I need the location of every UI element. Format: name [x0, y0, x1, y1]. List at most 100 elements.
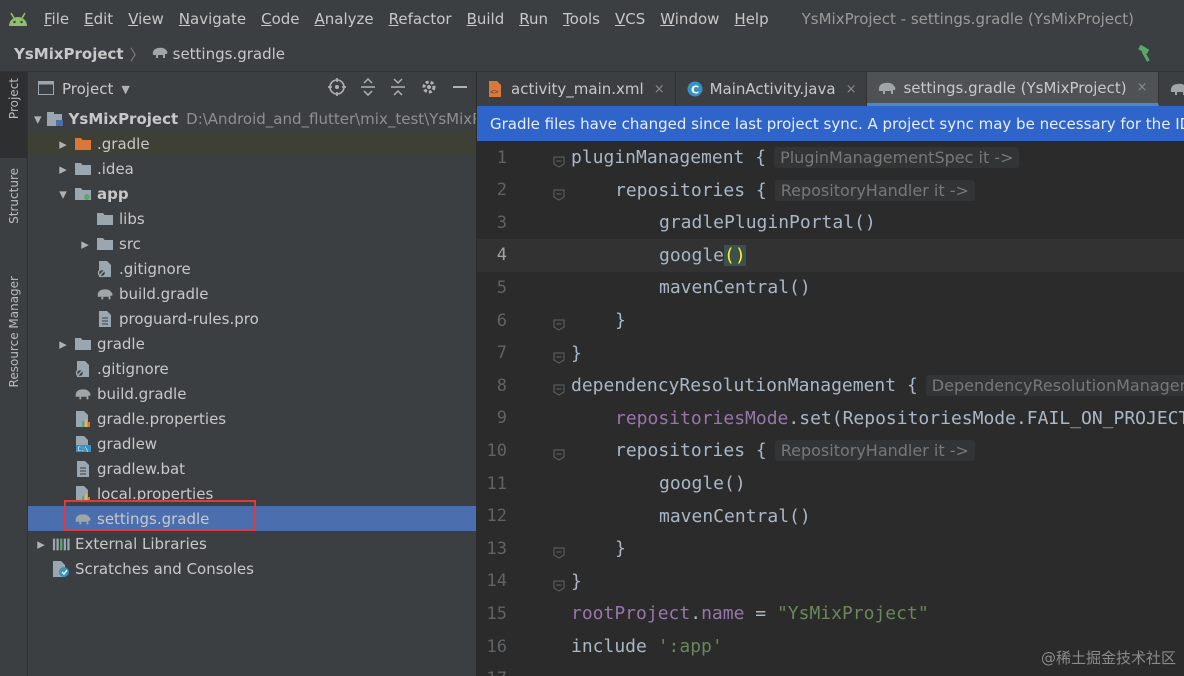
- inlay-hint: RepositoryHandler it ->: [774, 440, 975, 462]
- code-line[interactable]: 9 repositoriesMode.set(RepositoriesMode.F…: [477, 402, 1184, 435]
- locate-target-icon[interactable]: [328, 78, 346, 100]
- chevron-down-icon[interactable]: ▼: [121, 83, 129, 96]
- menu-analyze[interactable]: Analyze: [307, 10, 381, 28]
- close-icon[interactable]: ×: [654, 82, 665, 97]
- code-line[interactable]: 4 google(): [477, 238, 1184, 272]
- code-text: mavenCentral(): [659, 277, 811, 298]
- tree-item[interactable]: Scratches and Consoles: [28, 556, 476, 581]
- menu-navigate[interactable]: Navigate: [171, 10, 253, 28]
- chevron-right-icon[interactable]: ▸: [56, 135, 70, 153]
- project-view-selector[interactable]: Project: [62, 80, 113, 98]
- tree-item-label: app: [97, 184, 129, 203]
- code-line[interactable]: 7}: [477, 337, 1184, 370]
- menu-code[interactable]: Code: [253, 10, 306, 28]
- gitignore-icon: [96, 260, 114, 277]
- expand-all-icon[interactable]: [360, 77, 376, 100]
- editor-tab[interactable]: bu: [1159, 72, 1184, 106]
- tree-item[interactable]: ▸ gradle: [28, 331, 476, 356]
- tree-item[interactable]: ▸ src: [28, 231, 476, 256]
- code-line[interactable]: 12 mavenCentral(): [477, 500, 1184, 533]
- menu-window[interactable]: Window: [652, 10, 726, 28]
- code-token: google(): [659, 473, 746, 494]
- tool-tab-structure[interactable]: Structure: [0, 168, 27, 252]
- tree-item[interactable]: ▸ External Libraries: [28, 531, 476, 556]
- folder-icon: [96, 211, 114, 227]
- navigation-bar: YsMixProject 〉 settings.gradle: [0, 37, 1184, 72]
- chevron-right-icon[interactable]: ▸: [34, 535, 48, 553]
- build-hammer-icon[interactable]: [1136, 45, 1156, 67]
- code-line[interactable]: 5 mavenCentral(): [477, 271, 1184, 304]
- menu-tools[interactable]: Tools: [555, 10, 607, 28]
- code-token: }: [615, 538, 626, 560]
- fold-marker-icon[interactable]: [553, 152, 565, 168]
- chevron-right-icon[interactable]: ▸: [56, 335, 70, 353]
- tree-item[interactable]: build.gradle: [28, 381, 476, 406]
- menu-run[interactable]: Run: [511, 10, 555, 28]
- code-line[interactable]: 15 rootProject.name = "YsMixProject": [477, 597, 1184, 630]
- code-line[interactable]: 14}: [477, 565, 1184, 598]
- editor-tab[interactable]: settings.gradle (YsMixProject) ×: [867, 72, 1159, 106]
- code-line[interactable]: 6}: [477, 304, 1184, 337]
- tree-item[interactable]: gradle.properties: [28, 406, 476, 431]
- breadcrumb-project[interactable]: YsMixProject: [14, 45, 124, 63]
- code-line[interactable]: 10 repositories {RepositoryHandler it ->: [477, 434, 1184, 467]
- breadcrumb-file[interactable]: settings.gradle: [173, 45, 285, 63]
- line-number: 13: [486, 538, 507, 559]
- tree-item[interactable]: proguard-rules.pro: [28, 306, 476, 331]
- chevron-right-icon[interactable]: ▸: [78, 235, 92, 253]
- tool-tab-project[interactable]: Project: [0, 72, 27, 158]
- code-line[interactable]: 1 pluginManagement {PluginManagementSpec …: [477, 141, 1184, 174]
- fold-marker-icon[interactable]: [553, 380, 565, 396]
- tree-item[interactable]: ▸ .gradle: [28, 131, 476, 156]
- tree-item[interactable]: build.gradle: [28, 281, 476, 306]
- menu-refactor[interactable]: Refactor: [381, 10, 459, 28]
- code-line[interactable]: 11 google(): [477, 467, 1184, 500]
- fold-marker-icon[interactable]: [553, 445, 565, 461]
- minimize-icon[interactable]: [452, 78, 468, 100]
- menu-edit[interactable]: Edit: [76, 10, 120, 28]
- editor-tab[interactable]: C MainActivity.java ×: [676, 72, 868, 106]
- collapse-all-icon[interactable]: [390, 78, 406, 100]
- close-icon[interactable]: ×: [846, 82, 857, 97]
- code-line[interactable]: 13}: [477, 532, 1184, 565]
- svg-text:C:\: C:\: [78, 446, 89, 453]
- close-icon[interactable]: ×: [1137, 80, 1148, 95]
- code-line[interactable]: 3 gradlePluginPortal(): [477, 206, 1184, 239]
- menu-help[interactable]: Help: [726, 10, 775, 28]
- tree-item-label: YsMixProject: [68, 109, 179, 128]
- chevron-down-icon[interactable]: ▾: [34, 110, 42, 128]
- chevron-down-icon[interactable]: ▾: [56, 185, 70, 203]
- line-number: 8: [496, 375, 507, 396]
- code-line[interactable]: 2 repositories {RepositoryHandler it ->: [477, 174, 1184, 207]
- chevron-right-icon[interactable]: ▸: [56, 160, 70, 178]
- code-token: gradlePluginPortal(): [659, 212, 876, 234]
- tree-item[interactable]: ▾ app: [28, 181, 476, 206]
- code-text: repositories {RepositoryHandler it ->: [615, 440, 975, 462]
- tree-item[interactable]: ▾ YsMixProject D:\Android_and_flutter\mix_…: [28, 106, 476, 131]
- gear-icon[interactable]: [420, 78, 438, 100]
- tool-tab-resource-manager[interactable]: Resource Manager: [0, 276, 27, 422]
- code-line[interactable]: 8 dependencyResolutionManagement {Depende…: [477, 369, 1184, 402]
- tree-item[interactable]: ▸ .idea: [28, 156, 476, 181]
- menu-vcs[interactable]: VCS: [607, 10, 652, 28]
- breadcrumb-separator-icon: 〉: [129, 45, 145, 64]
- code-token: }: [615, 310, 626, 331]
- menu-view[interactable]: View: [120, 10, 171, 28]
- code-token: repositories {: [615, 179, 767, 201]
- tree-item[interactable]: C:\ gradlew: [28, 431, 476, 456]
- fold-marker-icon[interactable]: [553, 543, 565, 559]
- fold-marker-icon[interactable]: [553, 185, 565, 201]
- fold-marker-icon[interactable]: [553, 315, 565, 331]
- menu-build[interactable]: Build: [459, 10, 512, 28]
- fold-marker-icon[interactable]: [553, 576, 565, 592]
- tree-item[interactable]: libs: [28, 206, 476, 231]
- tree-item[interactable]: .gitignore: [28, 256, 476, 281]
- tree-item[interactable]: gradlew.bat: [28, 456, 476, 481]
- tool-tab-label: Structure: [6, 168, 21, 224]
- tree-item[interactable]: .gitignore: [28, 356, 476, 381]
- sync-notification-banner[interactable]: Gradle files have changed since last pro…: [477, 106, 1184, 141]
- menu-file[interactable]: File: [36, 10, 76, 28]
- fold-marker-icon[interactable]: [553, 348, 565, 364]
- watermark: @稀土掘金技术社区: [1040, 649, 1176, 667]
- editor-tab[interactable]: <> activity_main.xml ×: [477, 72, 676, 106]
